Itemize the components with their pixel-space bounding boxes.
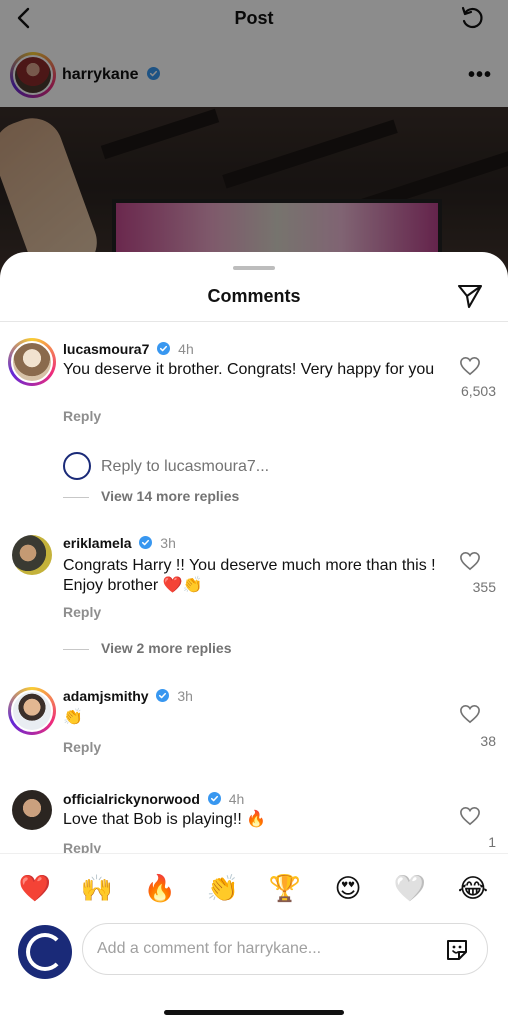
view-more-text[interactable]: View 2 more replies <box>101 640 231 656</box>
reply-button[interactable]: Reply <box>63 604 101 620</box>
username-text[interactable]: officialrickynorwood <box>63 791 200 807</box>
comment-input[interactable] <box>97 937 417 961</box>
comment-time: 3h <box>177 688 193 704</box>
like-count: 6,503 <box>460 383 496 399</box>
home-indicator[interactable] <box>164 1010 344 1015</box>
comment-text: You deserve it brother. Congrats! Very h… <box>63 361 435 378</box>
comment-username[interactable]: lucasmoura7 4h <box>63 341 194 357</box>
view-more-replies[interactable]: View 14 more replies <box>63 488 323 508</box>
reaction-raised-hands[interactable]: 🙌 <box>79 870 115 906</box>
like-count: 355 <box>472 579 496 595</box>
avatar <box>63 452 91 480</box>
verified-badge-icon <box>156 689 170 702</box>
comment-username[interactable]: officialrickynorwood 4h <box>63 791 244 807</box>
heart-icon <box>460 551 480 571</box>
verified-badge-icon <box>157 342 171 355</box>
reaction-trophy[interactable]: 🏆 <box>267 870 303 906</box>
avatar[interactable] <box>18 925 72 979</box>
divider <box>0 321 508 322</box>
avatar[interactable] <box>8 338 56 386</box>
sheet-grabber[interactable] <box>233 266 275 270</box>
comment-time: 4h <box>178 341 194 357</box>
like-count: 38 <box>480 733 496 749</box>
comment-item: lucasmoura7 4h You deserve it brother. C… <box>0 338 508 528</box>
comment-text: 👏 <box>63 709 83 726</box>
username-text[interactable]: eriklamela <box>63 535 132 551</box>
comment-item: officialrickynorwood 4h Love that Bob is… <box>0 788 508 858</box>
heart-icon <box>460 806 480 826</box>
view-more-replies[interactable]: View 2 more replies <box>63 640 323 660</box>
comment-composer <box>0 921 508 1001</box>
comment-item: adamjsmithy 3h 👏 Reply 38 <box>0 686 508 776</box>
like-button[interactable] <box>450 704 490 724</box>
heart-icon <box>460 704 480 724</box>
like-button[interactable] <box>450 356 490 376</box>
divider <box>63 497 89 498</box>
like-count: 1 <box>488 834 496 850</box>
reaction-fire[interactable]: 🔥 <box>142 870 178 906</box>
comment-item: eriklamela 3h Congrats Harry !! You dese… <box>0 535 508 665</box>
avatar[interactable] <box>12 535 52 575</box>
view-more-text[interactable]: View 14 more replies <box>101 488 239 504</box>
reply-prompt-text[interactable]: Reply to lucasmoura7... <box>101 458 269 476</box>
reply-button[interactable]: Reply <box>63 408 101 424</box>
paper-plane-icon[interactable] <box>456 282 484 310</box>
reaction-laughing[interactable]: 😂 <box>455 870 491 906</box>
comment-input-container[interactable] <box>82 923 488 975</box>
username-text[interactable]: adamjsmithy <box>63 688 149 704</box>
like-button[interactable] <box>450 551 490 571</box>
reaction-heart-eyes[interactable]: 😍 <box>330 870 366 906</box>
comment-text: Love that Bob is playing!! 🔥 <box>63 811 267 828</box>
quick-reactions-bar: ❤️ 🙌 🔥 👏 🏆 😍 🤍 😂 <box>0 853 508 921</box>
heart-icon <box>460 356 480 376</box>
verified-badge-icon <box>207 792 221 805</box>
reaction-heart[interactable]: ❤️ <box>17 870 53 906</box>
comment-time: 4h <box>228 791 245 807</box>
verified-badge-icon <box>139 536 153 549</box>
divider <box>63 649 89 650</box>
reaction-white-heart[interactable]: 🤍 <box>392 870 428 906</box>
avatar[interactable] <box>12 790 52 830</box>
comment-time: 3h <box>160 535 176 551</box>
comment-username[interactable]: adamjsmithy 3h <box>63 688 193 704</box>
like-button[interactable] <box>450 806 490 826</box>
sticker-icon[interactable] <box>443 936 471 964</box>
avatar[interactable] <box>8 687 56 735</box>
comment-username[interactable]: eriklamela 3h <box>63 535 176 551</box>
reply-prompt[interactable]: Reply to lucasmoura7... <box>63 452 483 482</box>
sheet-title: Comments <box>207 286 301 306</box>
username-text[interactable]: lucasmoura7 <box>63 341 149 357</box>
comment-text: Congrats Harry !! You deserve much more … <box>63 557 436 594</box>
reaction-clap[interactable]: 👏 <box>205 870 241 906</box>
reply-button[interactable]: Reply <box>63 739 101 755</box>
